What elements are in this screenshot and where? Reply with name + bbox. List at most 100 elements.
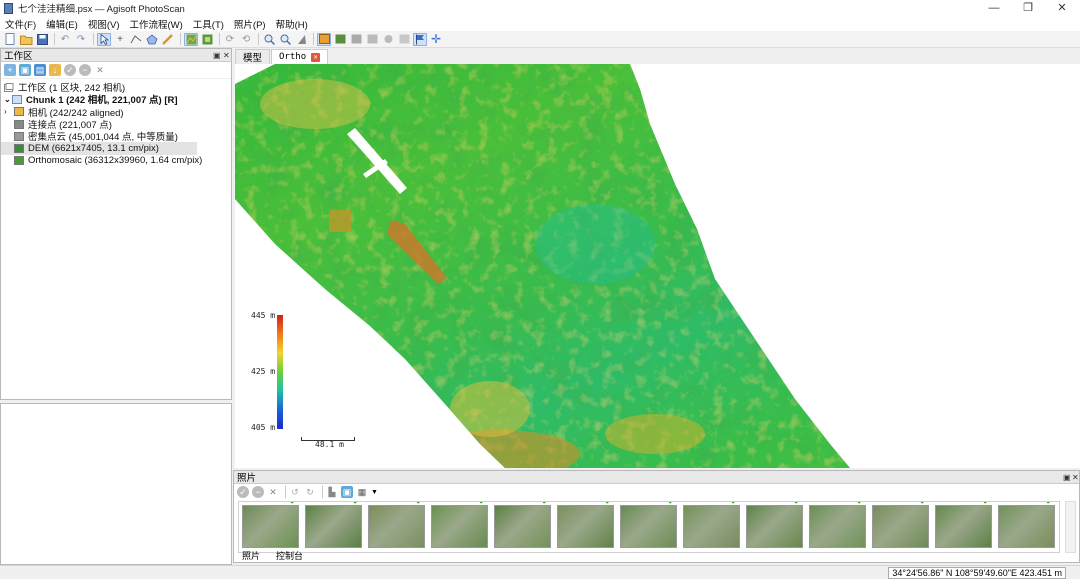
photo-thumbnail[interactable]: ✔ [431, 502, 488, 548]
save-icon[interactable] [35, 33, 49, 46]
navigation-cursor-icon[interactable] [97, 32, 111, 46]
seamline-icon[interactable] [365, 33, 379, 46]
photo-thumbnail[interactable]: ✔ [494, 502, 551, 548]
pane-close-icon[interactable]: ✕ [223, 49, 230, 62]
menu-photos[interactable]: 照片(P) [229, 17, 271, 31]
dem-map[interactable] [235, 64, 1080, 468]
markers-icon[interactable] [397, 33, 411, 46]
toolbar-separator [93, 33, 94, 45]
redo-icon[interactable]: ↷ [74, 33, 88, 46]
remove-icon[interactable]: ✕ [94, 64, 106, 76]
photo-thumbnail[interactable]: ✔ [620, 502, 677, 548]
tree-item[interactable]: 密集点云 (45,001,044 点, 中等质量) [1, 130, 231, 143]
aligned-check-icon: ✔ [604, 501, 613, 507]
tree-item[interactable]: 连接点 (221,007 点) [1, 118, 231, 131]
patch-icon[interactable] [349, 33, 363, 46]
photo-thumbnail-strip[interactable]: ✔ ✔ ✔ ✔ ✔ ✔ ✔ ✔ ✔ ✔ ✔ ✔ ✔ [238, 501, 1060, 553]
add-folder-icon[interactable]: ▤ [34, 64, 46, 76]
menu-tools[interactable]: 工具(T) [188, 17, 229, 31]
aligned-check-icon: ✔ [478, 501, 487, 507]
document-tabs: 模型 Ortho ✕ [235, 48, 1080, 64]
new-file-icon[interactable] [3, 33, 17, 46]
image-view-icon[interactable] [317, 32, 331, 46]
tree-item[interactable]: Orthomosaic (36312x39960, 1.64 cm/pix) [1, 155, 231, 167]
tab-close-icon[interactable]: ✕ [311, 52, 321, 62]
zoom-in-icon[interactable] [262, 33, 276, 46]
disable-icon[interactable]: − [79, 64, 91, 76]
zoom-out-icon[interactable] [278, 33, 292, 46]
tab-photos[interactable]: 照片 [234, 550, 268, 563]
photo-thumbnail[interactable]: ✔ [305, 502, 362, 548]
photo-thumbnail[interactable]: ✔ [872, 502, 929, 548]
brightness-icon[interactable] [294, 33, 308, 46]
blend-icon[interactable] [381, 33, 395, 46]
disable-camera-icon[interactable]: − [252, 486, 264, 498]
photo-thumbnail[interactable]: ✔ [746, 502, 803, 548]
import-icon[interactable]: ↓ [49, 64, 61, 76]
menu-bar: 文件(F) 编辑(E) 视图(V) 工作流程(W) 工具(T) 照片(P) 帮助… [0, 16, 1080, 31]
ruler-icon[interactable] [161, 33, 175, 46]
ortho-viewport[interactable]: 445 m 425 m 405 m 48.1 m [235, 64, 1080, 468]
menu-workflow[interactable]: 工作流程(W) [124, 17, 187, 31]
flag-icon[interactable] [413, 32, 427, 46]
pane-close-icon[interactable]: ✕ [1072, 471, 1079, 484]
expand-arrow-icon[interactable]: › [4, 107, 14, 116]
thumbnail-scrollbar[interactable] [1065, 501, 1076, 553]
photo-thumbnail[interactable]: ✔ [557, 502, 614, 548]
enable-camera-icon[interactable]: ✓ [237, 486, 249, 498]
menu-view[interactable]: 视图(V) [83, 17, 125, 31]
close-button[interactable]: ✕ [1047, 0, 1077, 16]
reset-icon[interactable]: ▙ [326, 486, 338, 498]
restore-button[interactable]: ❐ [1013, 0, 1043, 16]
rotate-right-icon[interactable]: ↻ [304, 486, 316, 498]
tab-ortho-label: Ortho [279, 52, 307, 62]
enable-icon[interactable]: ✓ [64, 64, 76, 76]
add-photos-icon[interactable]: ▣ [19, 64, 31, 76]
elevation-color-bar [277, 315, 283, 429]
undo-icon[interactable]: ↶ [58, 33, 72, 46]
view-mode-dropdown-icon[interactable]: ▼ [371, 489, 378, 496]
tab-ortho[interactable]: Ortho ✕ [271, 49, 329, 64]
filter-icon[interactable]: ▣ [341, 486, 353, 498]
tree-chunk[interactable]: ⌄ Chunk 1 (242 相机, 221,007 点) [R] [1, 93, 231, 106]
aligned-check-icon: ✔ [667, 501, 676, 507]
photo-thumbnail[interactable]: ✔ [683, 502, 740, 548]
menu-help[interactable]: 帮助(H) [271, 17, 313, 31]
point-icon[interactable]: + [113, 33, 127, 46]
crosshair-icon[interactable]: ✛ [429, 32, 443, 46]
photos-toolbar: ✓ − ✕ ↺ ↻ ▙ ▣ ▦ ▼ [234, 484, 1079, 500]
tree-item[interactable]: › 相机 (242/242 aligned) [1, 106, 231, 119]
polyline-icon[interactable] [129, 33, 143, 46]
menu-edit[interactable]: 编辑(E) [41, 17, 83, 31]
rotate-left-icon[interactable]: ↺ [289, 486, 301, 498]
tab-model[interactable]: 模型 [235, 49, 271, 64]
pane-float-icon[interactable]: ▣ [213, 49, 221, 62]
toolbar-separator [322, 486, 323, 498]
photo-thumbnail[interactable]: ✔ [809, 502, 866, 548]
aligned-check-icon: ✔ [919, 501, 928, 507]
add-chunk-icon[interactable]: + [4, 64, 16, 76]
rotate-icon[interactable]: ⟳ [223, 33, 237, 46]
menu-file[interactable]: 文件(F) [0, 17, 41, 31]
aligned-check-icon: ✔ [289, 501, 298, 507]
photo-thumbnail[interactable]: ✔ [368, 502, 425, 548]
collapse-arrow-icon[interactable]: ⌄ [4, 95, 12, 104]
view-mode-icon[interactable]: ▦ [356, 486, 368, 498]
colorbar-mid-label: 425 m [251, 367, 276, 376]
reset-view-icon[interactable]: ⟲ [239, 33, 253, 46]
photo-thumbnail[interactable]: ✔ [935, 502, 992, 548]
photo-thumbnail[interactable]: ✔ [998, 502, 1055, 548]
ortho-view-icon[interactable] [200, 33, 214, 46]
photo-thumbnail[interactable]: ✔ [242, 502, 299, 548]
tab-console[interactable]: 控制台 [268, 550, 311, 563]
shapes-icon[interactable] [333, 33, 347, 46]
minimize-button[interactable]: — [979, 0, 1009, 16]
open-folder-icon[interactable] [19, 33, 33, 46]
remove-camera-icon[interactable]: ✕ [267, 486, 279, 498]
tree-item[interactable]: DEM (6621x7405, 13.1 cm/pix) [1, 142, 197, 155]
polygon-icon[interactable] [145, 33, 159, 46]
tree-workspace-root[interactable]: 工作区 (1 区块, 242 相机) [1, 81, 231, 94]
dem-view-icon[interactable] [184, 32, 198, 46]
pane-float-icon[interactable]: ▣ [1063, 471, 1071, 484]
dense-cloud-icon [14, 131, 24, 141]
